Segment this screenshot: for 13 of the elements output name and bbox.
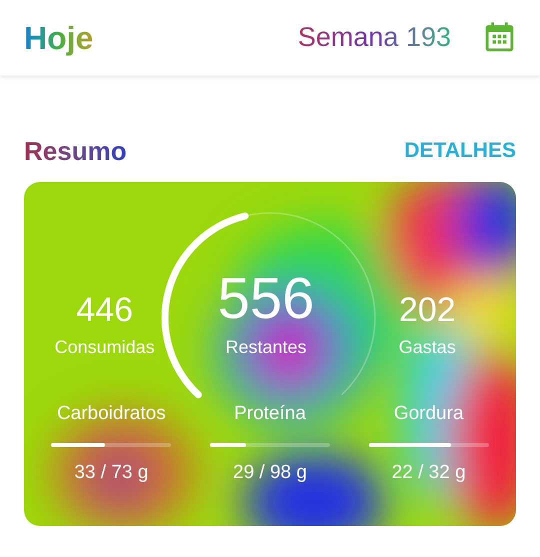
macro-reading: 22 / 32 g (392, 460, 466, 484)
stat-label: Gastas (398, 336, 456, 359)
macro-label: Carboidratos (56, 402, 166, 426)
macro-reading: 29 / 98 g (233, 460, 307, 484)
details-link[interactable]: DETALHES (404, 135, 516, 167)
calendar-icon[interactable] (483, 21, 516, 54)
stat-value: 202 (398, 290, 456, 330)
stat-value: 556 (218, 268, 314, 330)
stat-label: Consumidas (54, 336, 155, 359)
stat-value: 446 (76, 290, 134, 330)
stat-label: Restantes (225, 336, 307, 359)
macro-label: Proteína (234, 402, 306, 426)
macro-reading: 33 / 73 g (74, 460, 148, 484)
